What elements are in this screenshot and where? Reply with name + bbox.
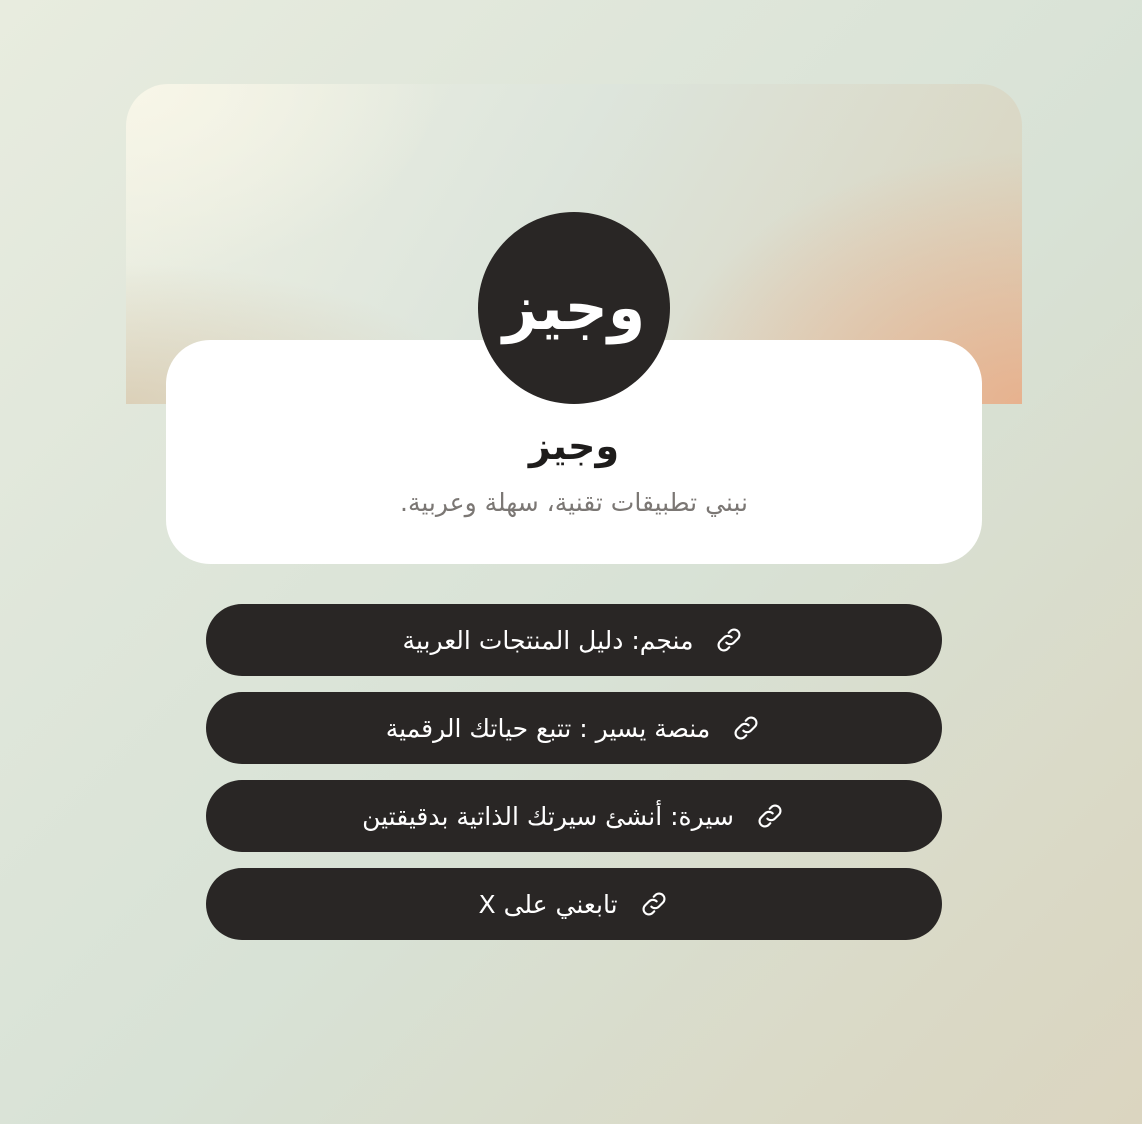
link-icon <box>730 712 762 744</box>
link-label: منجم: دليل المنتجات العربية <box>402 625 694 655</box>
link-button-yaseer[interactable]: منصة يسير : تتبع حياتك الرقمية <box>206 692 942 764</box>
link-label: سيرة: أنشئ سيرتك الذاتية بدقيقتين <box>362 801 734 831</box>
links-list: منجم: دليل المنتجات العربية منصة يسير : … <box>206 604 942 956</box>
brand-logo: وجيز <box>502 271 647 345</box>
link-icon <box>638 888 670 920</box>
profile-name: وجيز <box>528 424 620 468</box>
link-button-seera[interactable]: سيرة: أنشئ سيرتك الذاتية بدقيقتين <box>206 780 942 852</box>
link-button-manjam[interactable]: منجم: دليل المنتجات العربية <box>206 604 942 676</box>
link-button-follow-x[interactable]: تابعني على X <box>206 868 942 940</box>
profile-bio: نبني تطبيقات تقنية، سهلة وعربية. <box>400 488 748 517</box>
link-label: منصة يسير : تتبع حياتك الرقمية <box>385 713 711 743</box>
link-icon <box>754 800 786 832</box>
avatar: وجيز <box>478 212 670 404</box>
link-icon <box>713 624 745 656</box>
link-label: تابعني على X <box>478 889 618 919</box>
